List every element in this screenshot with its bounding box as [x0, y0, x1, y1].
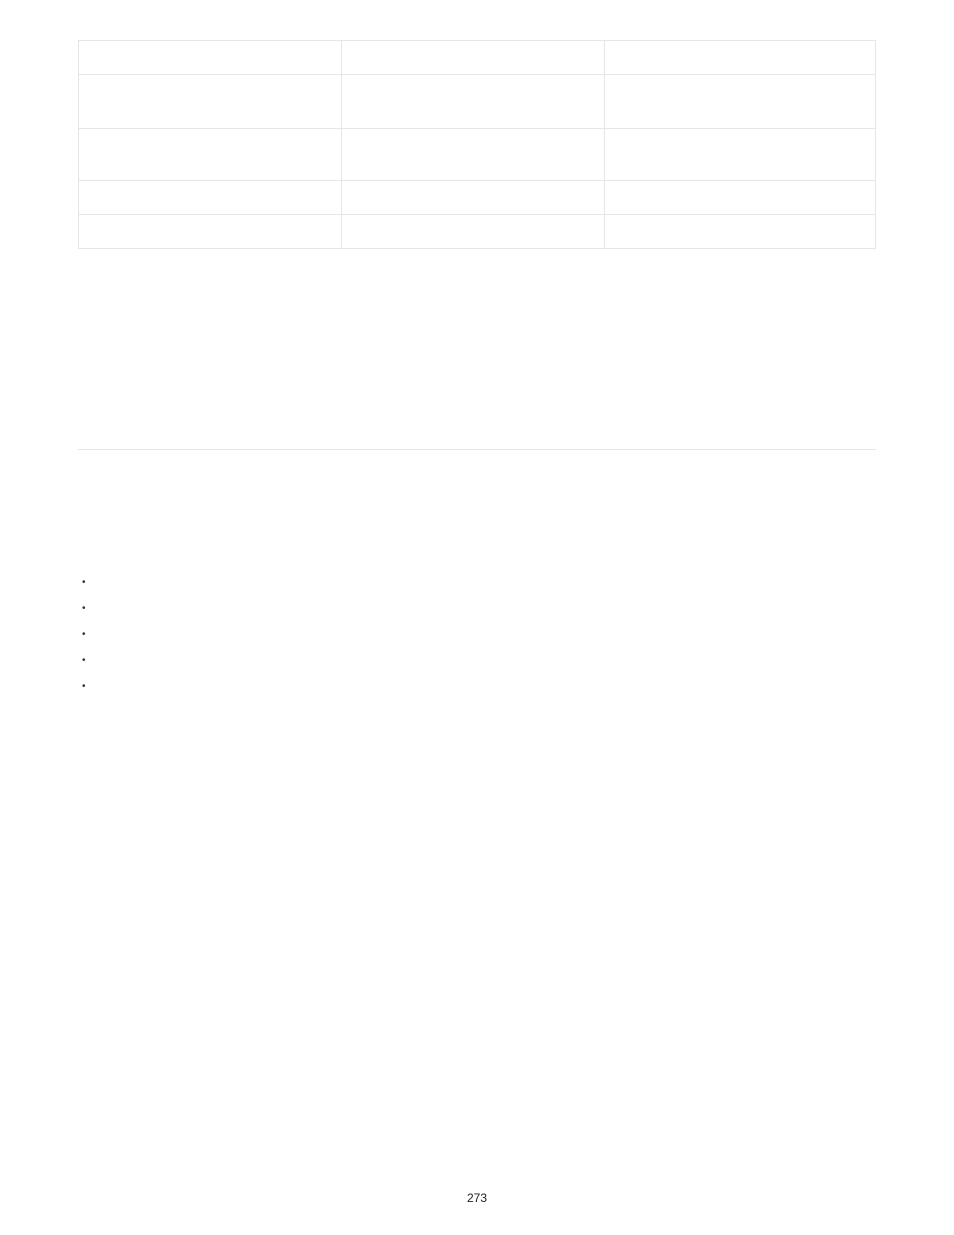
table-cell — [605, 129, 876, 181]
table-row — [79, 75, 876, 129]
table-cell — [79, 41, 342, 75]
table-cell — [605, 181, 876, 215]
table-row — [79, 215, 876, 249]
table-cell — [79, 215, 342, 249]
list-item — [82, 570, 876, 596]
list-item — [82, 674, 876, 700]
table-cell — [342, 181, 605, 215]
document-page: 273 — [0, 0, 954, 1235]
table-cell — [79, 129, 342, 181]
table-row — [79, 129, 876, 181]
table-cell — [605, 41, 876, 75]
section-divider — [78, 449, 876, 450]
table-cell — [79, 75, 342, 129]
table-cell — [79, 181, 342, 215]
data-table — [78, 40, 876, 249]
table-row — [79, 41, 876, 75]
bullet-list — [82, 570, 876, 700]
table-row — [79, 181, 876, 215]
table-cell — [605, 215, 876, 249]
table-cell — [342, 129, 605, 181]
page-number: 273 — [0, 1191, 954, 1205]
table-cell — [342, 75, 605, 129]
table-cell — [605, 75, 876, 129]
table-cell — [342, 215, 605, 249]
list-item — [82, 648, 876, 674]
list-item — [82, 596, 876, 622]
table-cell — [342, 41, 605, 75]
list-item — [82, 622, 876, 648]
